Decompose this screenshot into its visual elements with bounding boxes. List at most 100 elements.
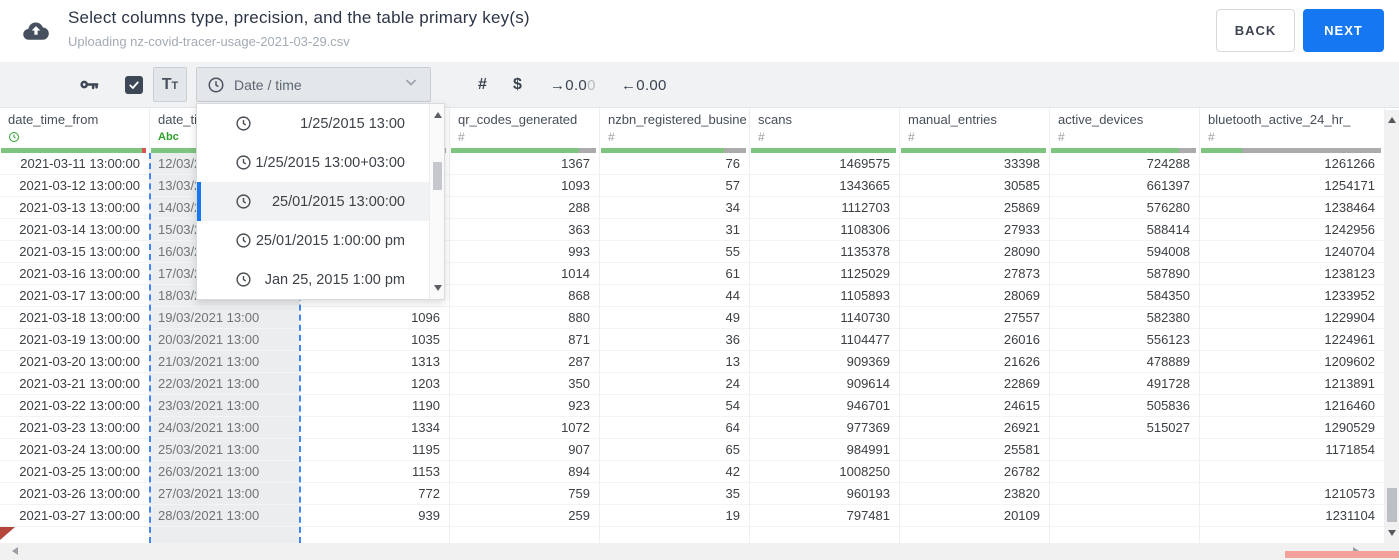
cell[interactable]: 1242956: [1200, 219, 1385, 241]
cell[interactable]: 1213891: [1200, 373, 1385, 395]
cell[interactable]: 27557: [900, 307, 1050, 329]
cell[interactable]: 1238123: [1200, 263, 1385, 285]
scroll-up-arrow-icon[interactable]: [434, 112, 442, 118]
cell[interactable]: 33398: [900, 153, 1050, 175]
datetime-format-option[interactable]: 25/01/2015 13:00:00: [197, 182, 429, 221]
cell[interactable]: 24: [600, 373, 750, 395]
cell[interactable]: 772: [300, 483, 450, 505]
cell[interactable]: 2021-03-18 13:00:00: [0, 307, 150, 329]
cell[interactable]: 1203: [300, 373, 450, 395]
scroll-down-arrow-icon[interactable]: [434, 285, 442, 291]
cell[interactable]: 288: [450, 197, 600, 219]
cell[interactable]: 19: [600, 505, 750, 527]
text-format-button[interactable]: TT: [153, 67, 187, 102]
cell[interactable]: 759: [450, 483, 600, 505]
cell[interactable]: 24/03/2021 13:00: [150, 417, 300, 439]
scroll-up-arrow-icon[interactable]: [1388, 117, 1396, 123]
cell[interactable]: [300, 527, 450, 543]
cell[interactable]: 19/03/2021 13:00: [150, 307, 300, 329]
cell[interactable]: 1171854: [1200, 439, 1385, 461]
column-header-nzbn_registered_busine[interactable]: nzbn_registered_busine #: [600, 108, 750, 153]
cell[interactable]: 907: [450, 439, 600, 461]
cell[interactable]: 13: [600, 351, 750, 373]
cell[interactable]: 1290529: [1200, 417, 1385, 439]
cell[interactable]: 1008250: [750, 461, 900, 483]
cell[interactable]: 1469575: [750, 153, 900, 175]
dropdown-scrollbar[interactable]: [429, 104, 444, 299]
cell[interactable]: 2021-03-21 13:00:00: [0, 373, 150, 395]
cell[interactable]: 42: [600, 461, 750, 483]
cell[interactable]: 49: [600, 307, 750, 329]
cell[interactable]: 1231104: [1200, 505, 1385, 527]
cell[interactable]: 588414: [1050, 219, 1200, 241]
cell[interactable]: 576280: [1050, 197, 1200, 219]
cell[interactable]: 1343665: [750, 175, 900, 197]
cell[interactable]: 27933: [900, 219, 1050, 241]
cell[interactable]: 28090: [900, 241, 1050, 263]
vertical-scrollbar-thumb[interactable]: [1387, 488, 1397, 522]
cell[interactable]: 2021-03-24 13:00:00: [0, 439, 150, 461]
cell[interactable]: 1233952: [1200, 285, 1385, 307]
cell[interactable]: 515027: [1050, 417, 1200, 439]
cell[interactable]: 1334: [300, 417, 450, 439]
cell[interactable]: 2021-03-22 13:00:00: [0, 395, 150, 417]
cell[interactable]: 2021-03-11 13:00:00: [0, 153, 150, 175]
cell[interactable]: 582380: [1050, 307, 1200, 329]
cell[interactable]: 2021-03-17 13:00:00: [0, 285, 150, 307]
include-column-checkbox[interactable]: [125, 76, 143, 94]
cell[interactable]: 23/03/2021 13:00: [150, 395, 300, 417]
decimal-decrease-button[interactable]: →0.0 0: [550, 62, 596, 108]
cell[interactable]: 363: [450, 219, 600, 241]
cell[interactable]: 797481: [750, 505, 900, 527]
cell[interactable]: [1050, 527, 1200, 543]
cell[interactable]: [150, 527, 300, 543]
column-header-active_devices[interactable]: active_devices #: [1050, 108, 1200, 153]
cell[interactable]: 1254171: [1200, 175, 1385, 197]
cell[interactable]: 22/03/2021 13:00: [150, 373, 300, 395]
cell[interactable]: 1216460: [1200, 395, 1385, 417]
cell[interactable]: 505836: [1050, 395, 1200, 417]
cell[interactable]: 26016: [900, 329, 1050, 351]
cell[interactable]: 25581: [900, 439, 1050, 461]
cell[interactable]: 939: [300, 505, 450, 527]
cell[interactable]: 2021-03-26 13:00:00: [0, 483, 150, 505]
cell[interactable]: 871: [450, 329, 600, 351]
cell[interactable]: [1050, 505, 1200, 527]
cell[interactable]: 54: [600, 395, 750, 417]
cell[interactable]: 2021-03-15 13:00:00: [0, 241, 150, 263]
cell[interactable]: 1313: [300, 351, 450, 373]
cell[interactable]: 1261266: [1200, 153, 1385, 175]
cell[interactable]: 27/03/2021 13:00: [150, 483, 300, 505]
cell[interactable]: 27873: [900, 263, 1050, 285]
number-format-button[interactable]: #: [478, 62, 487, 108]
datetime-format-option[interactable]: 25/01/2015 1:00:00 pm: [197, 221, 429, 260]
cell[interactable]: 2021-03-23 13:00:00: [0, 417, 150, 439]
cell[interactable]: [900, 527, 1050, 543]
cell[interactable]: 65: [600, 439, 750, 461]
cell[interactable]: 2021-03-25 13:00:00: [0, 461, 150, 483]
cell[interactable]: [450, 527, 600, 543]
cell[interactable]: 28069: [900, 285, 1050, 307]
cell[interactable]: 1093: [450, 175, 600, 197]
cell[interactable]: 1096: [300, 307, 450, 329]
cell[interactable]: [1200, 527, 1385, 543]
cell[interactable]: 21/03/2021 13:00: [150, 351, 300, 373]
cell[interactable]: 23820: [900, 483, 1050, 505]
cell[interactable]: 1125029: [750, 263, 900, 285]
cell[interactable]: 34: [600, 197, 750, 219]
cell[interactable]: 76: [600, 153, 750, 175]
back-button[interactable]: BACK: [1216, 9, 1295, 52]
cell[interactable]: 1140730: [750, 307, 900, 329]
cell[interactable]: 25869: [900, 197, 1050, 219]
cell[interactable]: 26782: [900, 461, 1050, 483]
column-header-bluetooth_active_24_hr_[interactable]: bluetooth_active_24_hr_ #: [1200, 108, 1385, 153]
cell[interactable]: 287: [450, 351, 600, 373]
cell[interactable]: 909614: [750, 373, 900, 395]
cell[interactable]: 1240704: [1200, 241, 1385, 263]
cell[interactable]: 20/03/2021 13:00: [150, 329, 300, 351]
cell[interactable]: 946701: [750, 395, 900, 417]
cell[interactable]: 1112703: [750, 197, 900, 219]
cell[interactable]: 61: [600, 263, 750, 285]
cell[interactable]: 661397: [1050, 175, 1200, 197]
cell[interactable]: 556123: [1050, 329, 1200, 351]
